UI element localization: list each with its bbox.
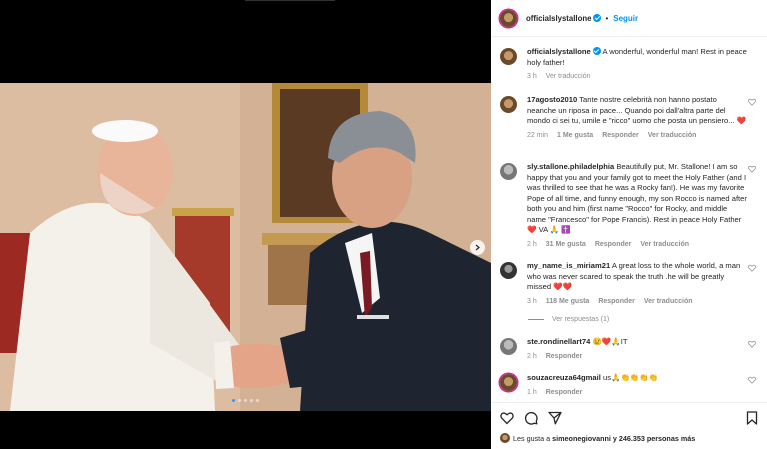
translate-link[interactable]: Ver traducción — [648, 131, 697, 142]
caption-time: 3 h — [527, 73, 537, 80]
verified-badge-icon — [593, 14, 602, 22]
comment-time: 1 h — [527, 388, 537, 396]
comment-text: 😢❤️🙏IT — [592, 337, 628, 346]
commenter-username[interactable]: sly.stallone.philadelphia — [527, 162, 614, 171]
follow-button[interactable]: Seguir — [613, 14, 638, 23]
carousel-dot — [232, 399, 235, 402]
replies-line — [528, 319, 544, 320]
comment-likes[interactable]: 1 Me gusta — [557, 131, 593, 142]
carousel-next-button[interactable] — [470, 240, 485, 255]
carousel-indicator — [0, 399, 491, 402]
comment-time: 2 h — [527, 240, 537, 248]
post-header: officialslystallone • Seguir — [491, 0, 767, 37]
likes-prefix: Les gusta a — [513, 433, 551, 443]
commenter-avatar[interactable] — [500, 374, 517, 391]
author-username[interactable]: officialslystallone — [526, 14, 591, 23]
commenter-username[interactable]: my_name_is_miriam21 — [527, 261, 610, 270]
translate-link[interactable]: Ver traducción — [640, 240, 689, 251]
reply-button[interactable]: Responder — [595, 240, 632, 251]
caption-body: officialslystallone A wonderful, wonderf… — [527, 47, 747, 83]
comment-body: my_name_is_miriam21 A great loss to the … — [527, 261, 747, 307]
carousel-dot — [250, 399, 253, 402]
like-comment-heart-icon[interactable] — [748, 98, 756, 106]
likes-summary: Les gusta a simeonegiovanni y 246.353 pe… — [500, 433, 695, 443]
comment-likes[interactable]: 118 Me gusta — [546, 297, 590, 308]
comment-time: 3 h — [527, 297, 537, 305]
liker-username[interactable]: simeonegiovanni — [552, 434, 611, 443]
chevron-right-icon — [475, 244, 480, 251]
reply-button[interactable]: Responder — [546, 388, 583, 399]
action-icons — [500, 411, 562, 425]
comment-time: 2 h — [527, 352, 537, 360]
comment-body: sly.stallone.philadelphia Beautifully pu… — [527, 162, 747, 250]
author-avatar[interactable] — [500, 9, 517, 27]
translate-link[interactable]: Ver traducción — [644, 297, 693, 308]
like-comment-heart-icon[interactable] — [748, 165, 756, 173]
commenter-avatar[interactable] — [500, 96, 517, 113]
comment-meta: 3 h 118 Me gusta Responder Ver traducció… — [527, 297, 747, 308]
carousel-dot — [256, 399, 259, 402]
comment-meta: 22 min 1 Me gusta Responder Ver traducci… — [527, 131, 747, 142]
comment-item: ste.rondinellart74 😢❤️🙏IT 2 h Responder — [500, 337, 760, 362]
caption-meta: 3 h Ver traducción — [527, 72, 747, 83]
commenter-avatar[interactable] — [500, 338, 517, 355]
comment-meta: 2 h 31 Me gusta Responder Ver traducción — [527, 240, 747, 251]
comment-item: souzacreuza64gmail us🙏👏👏👏👏 1 h Responder — [500, 373, 760, 398]
comment-text: us🙏👏👏👏👏 — [603, 373, 659, 382]
post-photo[interactable] — [0, 83, 491, 411]
translate-link[interactable]: Ver traducción — [546, 72, 591, 83]
commenter-avatar[interactable] — [500, 163, 517, 180]
bookmark-save-icon[interactable] — [746, 411, 758, 425]
commenter-avatar[interactable] — [500, 262, 517, 279]
comment-text: Beautifully put, Mr. Stallone! I am so h… — [527, 162, 747, 234]
comment-body: souzacreuza64gmail us🙏👏👏👏👏 1 h Responder — [527, 373, 747, 398]
comment-meta: 2 h Responder — [527, 352, 747, 363]
carousel-dot — [238, 399, 241, 402]
commenter-username[interactable]: 17agosto2010 — [527, 95, 577, 104]
post-caption: officialslystallone A wonderful, wonderf… — [500, 47, 760, 83]
like-comment-heart-icon[interactable] — [748, 264, 756, 272]
post-side-panel: officialslystallone • Seguir officialsly… — [491, 0, 767, 449]
header-separator: • — [605, 13, 609, 23]
comment-likes[interactable]: 31 Me gusta — [546, 240, 586, 251]
comment-item: sly.stallone.philadelphia Beautifully pu… — [500, 162, 760, 250]
like-comment-heart-icon[interactable] — [748, 376, 756, 384]
commenter-username[interactable]: souzacreuza64gmail — [527, 373, 601, 382]
like-heart-icon[interactable] — [500, 411, 514, 425]
likes-count[interactable]: y 246.353 personas más — [613, 434, 695, 443]
view-replies-label: Ver respuestas (1) — [552, 316, 610, 323]
view-replies-button[interactable]: Ver respuestas (1) — [528, 316, 609, 323]
commenter-username[interactable]: ste.rondinellart74 — [527, 337, 590, 346]
photo-illustration — [0, 83, 491, 411]
comment-meta: 1 h Responder — [527, 388, 747, 399]
verified-badge-icon — [592, 47, 601, 55]
media-top-line — [245, 0, 335, 1]
comment-item: my_name_is_miriam21 A great loss to the … — [500, 261, 760, 307]
reply-button[interactable]: Responder — [598, 297, 635, 308]
liker-avatar[interactable] — [500, 433, 510, 443]
like-comment-heart-icon[interactable] — [748, 340, 756, 348]
comment-item: 17agosto2010 Tante nostre celebrità non … — [500, 95, 760, 141]
reply-button[interactable]: Responder — [546, 352, 583, 363]
caption-username[interactable]: officialslystallone — [527, 47, 591, 56]
author-avatar[interactable] — [500, 48, 517, 65]
comment-body: ste.rondinellart74 😢❤️🙏IT 2 h Responder — [527, 337, 747, 362]
post-media — [0, 0, 491, 449]
carousel-dot — [244, 399, 247, 402]
comment-time: 22 min — [527, 131, 549, 139]
comment-body: 17agosto2010 Tante nostre celebrità non … — [527, 95, 747, 141]
share-send-icon[interactable] — [548, 411, 562, 425]
comment-bubble-icon[interactable] — [524, 411, 538, 425]
reply-button[interactable]: Responder — [602, 131, 639, 142]
